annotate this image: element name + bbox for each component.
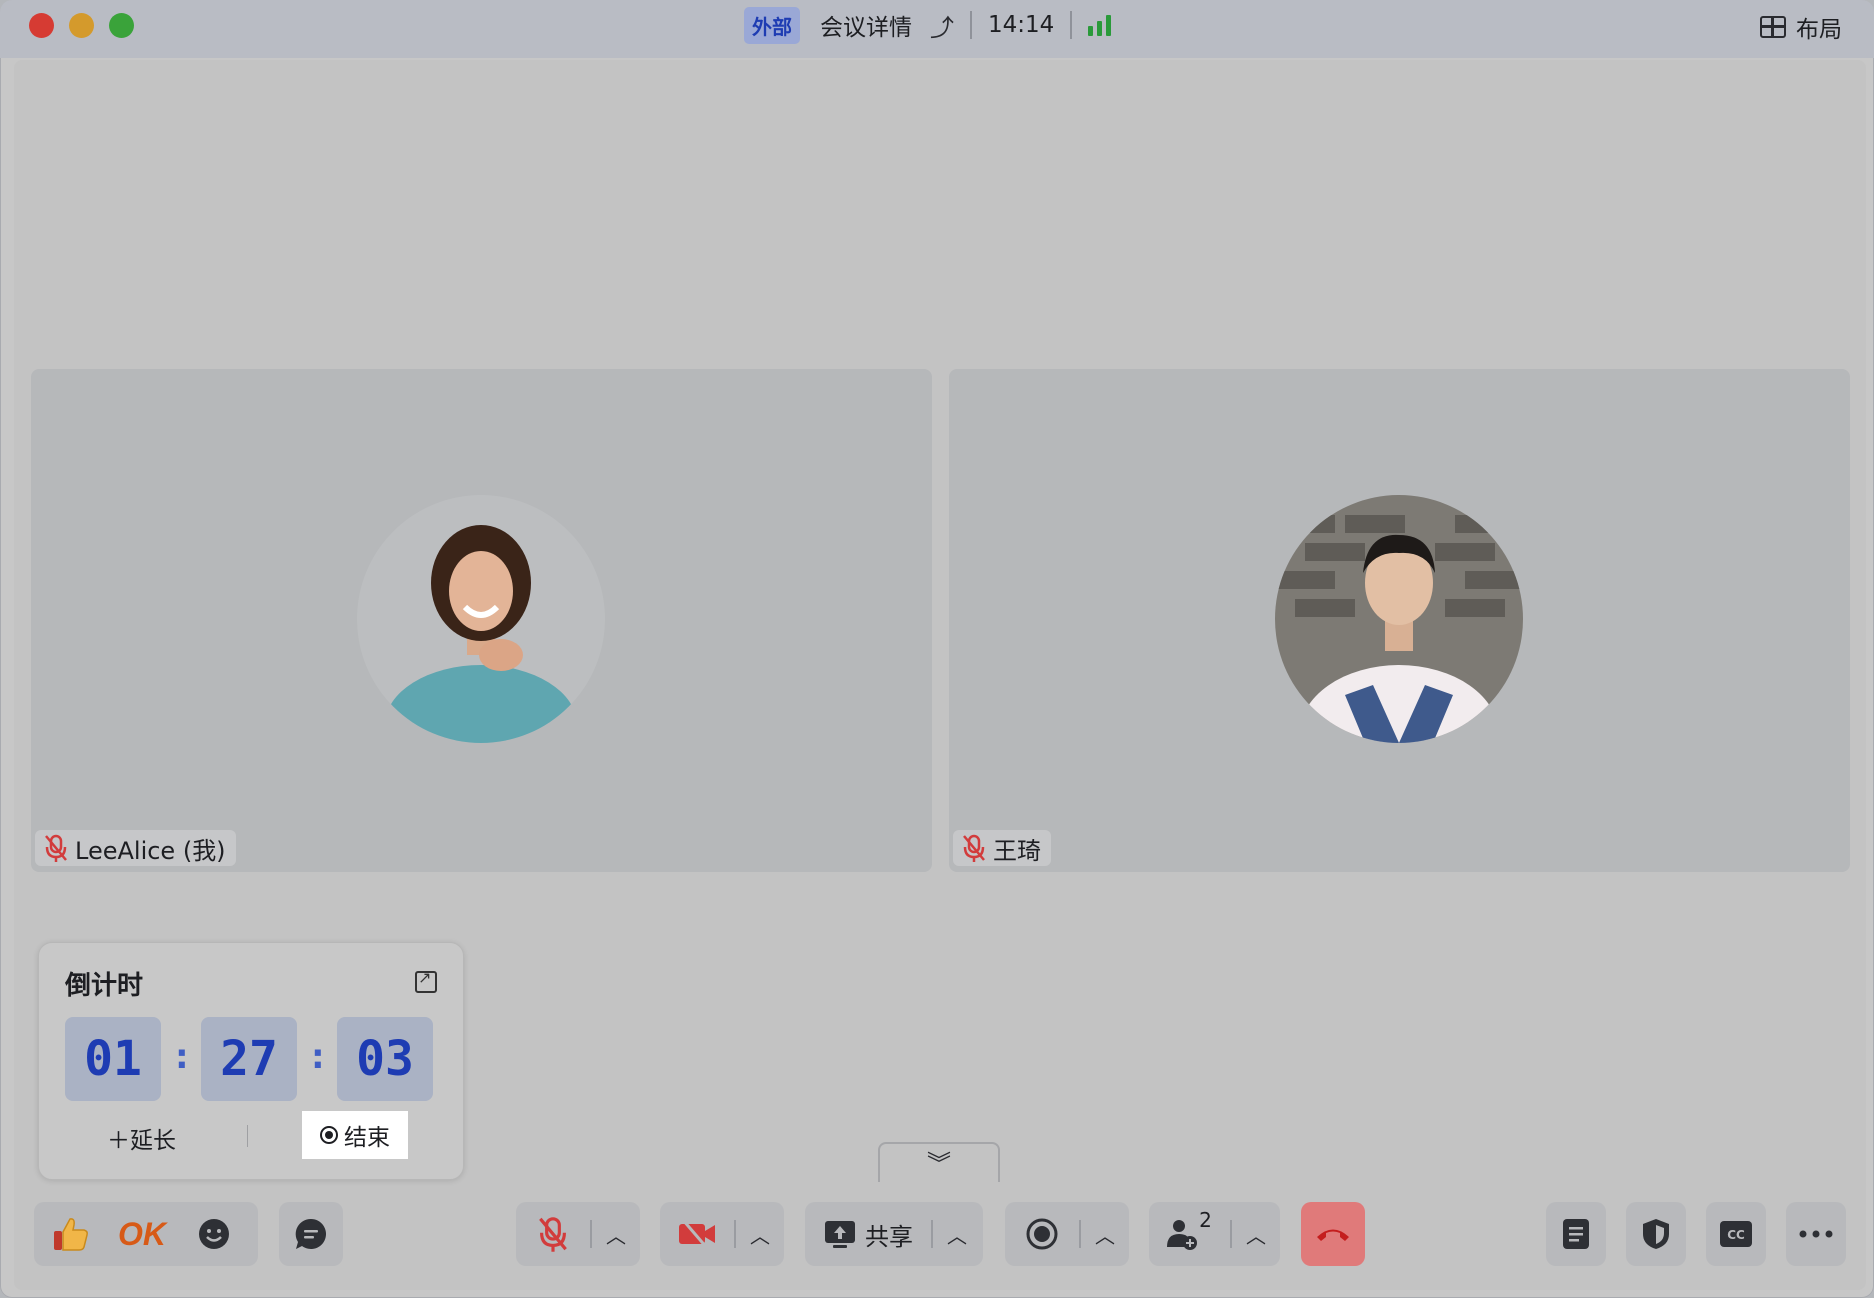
countdown-title: 倒计时 [65,971,144,1001]
meeting-window: 外部 会议详情 ⤴ 14:14 布局 LeeAlice (我) 王琦 倒计时 ↗… [0,0,1874,1298]
record-button[interactable] [1005,1202,1079,1266]
countdown-hours: 01 [65,1017,161,1101]
chevron-up-icon[interactable]: ︿ [1081,1220,1129,1249]
close-window-button[interactable] [29,13,54,38]
chat-button[interactable] [279,1202,343,1266]
stop-circle-icon [320,1126,338,1144]
colon-separator: : [175,1037,189,1077]
hang-up-icon [1317,1229,1349,1241]
participants-group: 2 ︿ [1149,1202,1280,1266]
participant-name: LeeAlice (我) [75,836,226,865]
participant-count: 2 [1199,1208,1212,1232]
svg-text:CC: CC [1727,1228,1745,1242]
layout-label: 布局 [1796,17,1842,43]
share-screen-icon [825,1221,855,1248]
divider [1070,11,1073,39]
layout-grid-icon [1760,16,1786,38]
record-group: ︿ [1005,1202,1129,1266]
camera-group: ︿ [660,1202,784,1266]
minimize-window-button[interactable] [69,13,94,38]
meeting-info: 外部 会议详情 ⤴ 14:14 [744,6,1112,44]
mute-toggle-button[interactable] [516,1202,590,1266]
countdown-seconds: 03 [337,1017,433,1101]
ok-icon[interactable]: OK [106,1202,178,1266]
countdown-panel: 倒计时 01 : 27 : 03 ＋延长 结束 [38,942,464,1180]
share-group: 共享 ︿ [805,1202,983,1266]
leave-meeting-button[interactable] [1301,1202,1365,1266]
reactions-group: OK [34,1202,258,1266]
notes-icon [1563,1219,1589,1249]
participant-tile[interactable]: LeeAlice (我) [31,369,932,872]
participant-name-tag: LeeAlice (我) [35,830,236,866]
thumbs-up-icon[interactable] [34,1202,106,1266]
captions-button[interactable]: CC [1706,1202,1766,1266]
fullscreen-window-button[interactable] [109,13,134,38]
notes-button[interactable] [1546,1202,1606,1266]
external-badge: 外部 [744,6,800,44]
chevron-up-icon[interactable]: ︿ [1232,1220,1280,1249]
camera-toggle-button[interactable] [660,1202,734,1266]
mic-off-icon [45,834,67,862]
countdown-minutes: 27 [201,1017,297,1101]
shield-icon [1643,1219,1669,1249]
chevron-up-icon[interactable]: ︿ [736,1220,784,1249]
layout-button[interactable]: 布局 [1760,10,1842,44]
add-participant-icon [1167,1220,1198,1250]
divider [247,1125,248,1147]
avatar [1275,495,1523,743]
end-label: 结束 [344,1125,390,1151]
emoji-icon[interactable] [178,1202,250,1266]
meeting-details-link[interactable]: 会议详情 [820,8,912,42]
more-icon [1799,1230,1833,1238]
divider [970,11,972,39]
security-button[interactable] [1626,1202,1686,1266]
participants-button[interactable]: 2 [1149,1202,1230,1266]
participant-tile[interactable]: 王琦 [949,369,1850,872]
chevron-up-icon[interactable]: ︿ [592,1220,640,1249]
share-screen-button[interactable]: 共享 [805,1202,931,1266]
mic-off-icon [539,1217,567,1252]
closed-captions-icon: CC [1720,1221,1752,1247]
record-icon [1026,1218,1058,1250]
microphone-group: ︿ [516,1202,640,1266]
avatar [357,495,605,743]
popout-icon[interactable] [415,968,437,993]
share-link-icon[interactable]: ⤴ [930,8,954,43]
colon-separator: : [311,1037,325,1077]
share-label: 共享 [865,1222,913,1251]
camera-off-icon [679,1219,715,1249]
chat-bubble-icon [295,1218,326,1249]
title-bar: 外部 会议详情 ⤴ 14:14 布局 [0,0,1874,58]
collapse-toolbar-tab[interactable]: ︾ [878,1142,1000,1182]
chevron-up-icon[interactable]: ︿ [933,1220,981,1249]
meeting-time: 14:14 [988,12,1055,38]
end-countdown-button[interactable]: 结束 [302,1111,408,1159]
participant-name-tag: 王琦 [953,830,1051,866]
extend-button[interactable]: ＋延长 [107,1121,176,1155]
more-options-button[interactable] [1786,1202,1846,1266]
signal-strength-icon[interactable] [1088,14,1112,36]
mic-off-icon [963,834,985,862]
chevron-down-icon: ︾ [927,1150,951,1178]
participant-name: 王琦 [993,836,1041,865]
